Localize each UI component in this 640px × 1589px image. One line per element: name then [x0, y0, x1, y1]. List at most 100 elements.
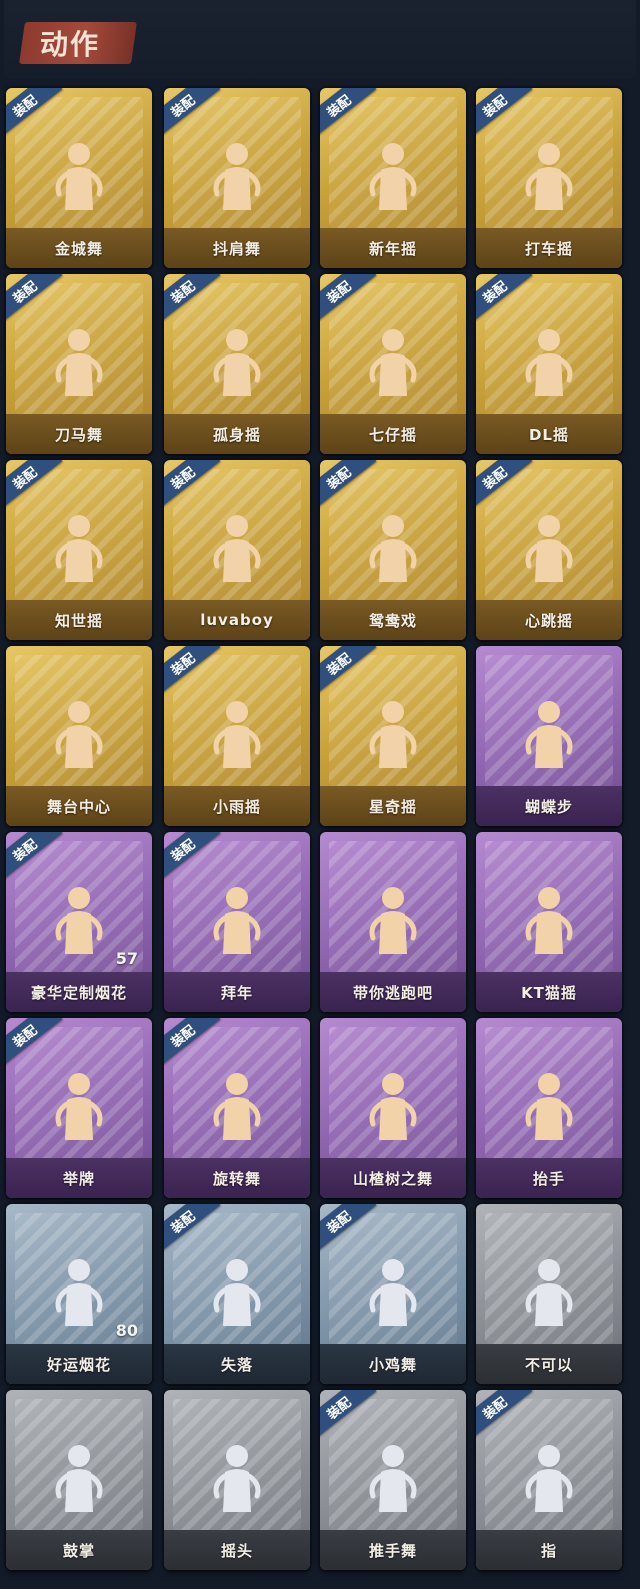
emote-label: 旋转舞 — [164, 1158, 310, 1198]
emote-card[interactable]: 装配 旋转舞 — [164, 1018, 310, 1198]
emote-card[interactable]: 装配 七仔摇 — [320, 274, 466, 454]
emote-card[interactable]: 鼓掌 — [6, 1390, 152, 1570]
item-count: 57 — [115, 949, 138, 968]
dancer-figure-icon — [213, 887, 261, 954]
emote-label: luvaboy — [164, 600, 310, 640]
dancer-figure-icon — [525, 1073, 573, 1140]
emote-label: 抖肩舞 — [164, 228, 310, 268]
emote-label: 鼓掌 — [6, 1530, 152, 1570]
emote-label: 蝴蝶步 — [476, 786, 622, 826]
emote-label: 摇头 — [164, 1530, 310, 1570]
dancer-figure-icon — [369, 1445, 417, 1512]
emote-label: 失落 — [164, 1344, 310, 1384]
emote-label: 鸳鸯戏 — [320, 600, 466, 640]
dancer-figure-icon — [55, 701, 103, 768]
dancer-figure-icon — [55, 887, 103, 954]
emote-card[interactable]: 装配 DL摇 — [476, 274, 622, 454]
emote-label: 指 — [476, 1530, 622, 1570]
emote-label: 心跳摇 — [476, 600, 622, 640]
emote-card[interactable]: 装配 小鸡舞 — [320, 1204, 466, 1384]
dancer-figure-icon — [525, 1445, 573, 1512]
emote-card[interactable]: 装配 星奇摇 — [320, 646, 466, 826]
emote-label: 金城舞 — [6, 228, 152, 268]
emote-label: 孤身摇 — [164, 414, 310, 454]
dancer-figure-icon — [213, 143, 261, 210]
emote-card[interactable]: 装配 孤身摇 — [164, 274, 310, 454]
emote-card[interactable]: 装配 luvaboy — [164, 460, 310, 640]
emote-label: 小雨摇 — [164, 786, 310, 826]
dancer-figure-icon — [213, 1445, 261, 1512]
emote-label: 刀马舞 — [6, 414, 152, 454]
emote-label: DL摇 — [476, 414, 622, 454]
emote-card[interactable]: 装配 抖肩舞 — [164, 88, 310, 268]
emote-card[interactable]: 装配 新年摇 — [320, 88, 466, 268]
emote-label: 知世摇 — [6, 600, 152, 640]
emote-label: 星奇摇 — [320, 786, 466, 826]
emote-card[interactable]: 山楂树之舞 — [320, 1018, 466, 1198]
emote-card[interactable]: 抬手 — [476, 1018, 622, 1198]
dancer-figure-icon — [369, 143, 417, 210]
emote-card[interactable]: 装配 鸳鸯戏 — [320, 460, 466, 640]
emote-label: 山楂树之舞 — [320, 1158, 466, 1198]
dancer-figure-icon — [213, 701, 261, 768]
emote-card[interactable]: 蝴蝶步 — [476, 646, 622, 826]
dancer-figure-icon — [213, 515, 261, 582]
dancer-figure-icon — [213, 1259, 261, 1326]
emote-card[interactable]: KT猫摇 — [476, 832, 622, 1012]
emote-label: 推手舞 — [320, 1530, 466, 1570]
dancer-figure-icon — [55, 143, 103, 210]
emote-label: 抬手 — [476, 1158, 622, 1198]
emote-card[interactable]: 装配 拜年 — [164, 832, 310, 1012]
dancer-figure-icon — [369, 515, 417, 582]
emote-label: 七仔摇 — [320, 414, 466, 454]
emote-label: 豪华定制烟花 — [6, 972, 152, 1012]
emote-card[interactable]: 装配 推手舞 — [320, 1390, 466, 1570]
dancer-figure-icon — [369, 329, 417, 396]
emote-label: 带你逃跑吧 — [320, 972, 466, 1012]
item-count: 80 — [115, 1321, 138, 1340]
emote-card[interactable]: 装配 刀马舞 — [6, 274, 152, 454]
emote-label: 小鸡舞 — [320, 1344, 466, 1384]
emote-label: 新年摇 — [320, 228, 466, 268]
emote-card[interactable]: 装配 举牌 — [6, 1018, 152, 1198]
emote-label: 舞台中心 — [6, 786, 152, 826]
emote-card[interactable]: 带你逃跑吧 — [320, 832, 466, 1012]
dancer-figure-icon — [525, 143, 573, 210]
emote-card[interactable]: 装配 失落 — [164, 1204, 310, 1384]
emote-card[interactable]: 装配 心跳摇 — [476, 460, 622, 640]
emote-card[interactable]: 装配指 — [476, 1390, 622, 1570]
header: 动作 — [4, 0, 636, 78]
emote-card[interactable]: 舞台中心 — [6, 646, 152, 826]
emote-card[interactable]: 装配 金城舞 — [6, 88, 152, 268]
dancer-figure-icon — [213, 329, 261, 396]
dancer-figure-icon — [525, 887, 573, 954]
emote-card[interactable]: 80 好运烟花 — [6, 1204, 152, 1384]
emote-label: 不可以 — [476, 1344, 622, 1384]
dancer-figure-icon — [55, 1259, 103, 1326]
dancer-figure-icon — [369, 887, 417, 954]
emote-label: KT猫摇 — [476, 972, 622, 1012]
emote-card[interactable]: 装配 打车摇 — [476, 88, 622, 268]
emote-label: 拜年 — [164, 972, 310, 1012]
dancer-figure-icon — [525, 515, 573, 582]
dancer-figure-icon — [525, 701, 573, 768]
dancer-figure-icon — [55, 515, 103, 582]
dancer-figure-icon — [369, 1073, 417, 1140]
dancer-figure-icon — [213, 1073, 261, 1140]
dancer-figure-icon — [55, 329, 103, 396]
dancer-figure-icon — [369, 1259, 417, 1326]
page-title: 动作 — [40, 28, 101, 61]
dancer-figure-icon — [369, 701, 417, 768]
emote-label: 好运烟花 — [6, 1344, 152, 1384]
dancer-figure-icon — [55, 1073, 103, 1140]
dancer-figure-icon — [525, 1259, 573, 1326]
emote-card[interactable]: 装配 知世摇 — [6, 460, 152, 640]
emote-card[interactable]: 装配 小雨摇 — [164, 646, 310, 826]
emote-card[interactable]: 装配 57 豪华定制烟花 — [6, 832, 152, 1012]
emote-label: 举牌 — [6, 1158, 152, 1198]
emote-card[interactable]: 摇头 — [164, 1390, 310, 1570]
dancer-figure-icon — [525, 329, 573, 396]
emote-label: 打车摇 — [476, 228, 622, 268]
dancer-figure-icon — [55, 1445, 103, 1512]
emote-card[interactable]: 不可以 — [476, 1204, 622, 1384]
